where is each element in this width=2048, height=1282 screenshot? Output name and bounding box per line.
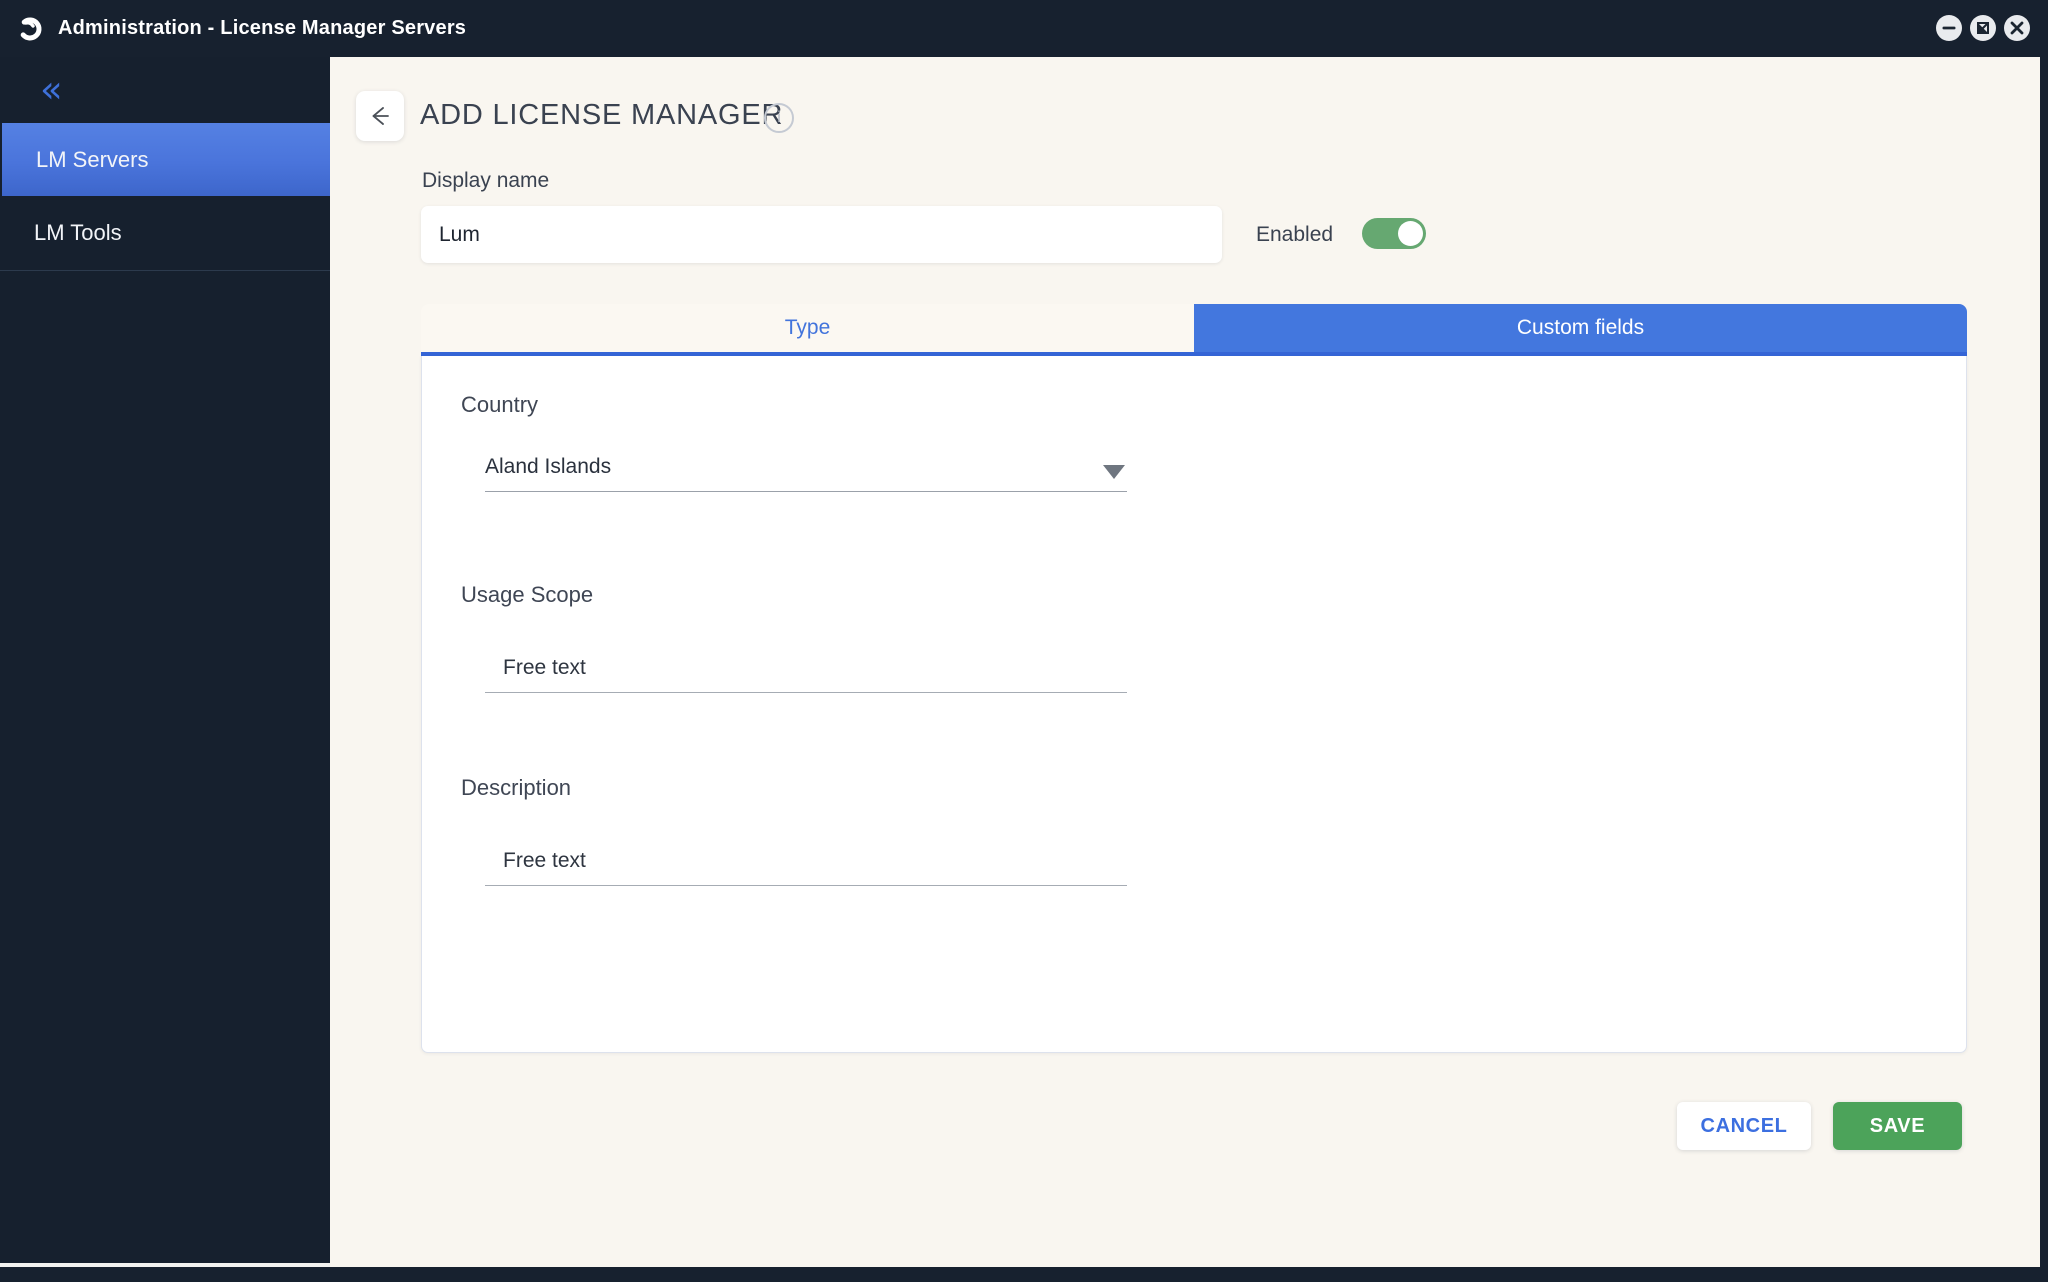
sidebar-item-lm-servers[interactable]: LM Servers — [2, 123, 330, 196]
sidebar-item-label: LM Tools — [34, 220, 122, 246]
usage-scope-input[interactable]: Free text — [485, 651, 1127, 693]
country-label: Country — [461, 392, 538, 418]
titlebar: Administration - License Manager Servers — [0, 0, 2048, 57]
sidebar-item-label: LM Servers — [36, 147, 148, 173]
page-title: ADD LICENSE MANAGER — [420, 99, 783, 132]
tab-bar: Type Custom fields — [421, 304, 1967, 352]
country-select[interactable]: Aland Islands — [485, 452, 1127, 492]
sidebar-item-lm-tools[interactable]: LM Tools — [0, 196, 330, 269]
country-select-value: Aland Islands — [485, 452, 1127, 482]
sidebar-divider — [0, 270, 330, 271]
info-icon[interactable]: i — [764, 103, 794, 133]
maximize-button[interactable] — [1970, 15, 1996, 41]
enabled-toggle[interactable] — [1362, 218, 1426, 249]
window-title: Administration - License Manager Servers — [58, 0, 466, 57]
description-value: Free text — [485, 844, 1127, 878]
custom-fields-panel: Country Aland Islands Usage Scope Free t… — [421, 356, 1967, 1053]
cancel-button[interactable]: CANCEL — [1677, 1102, 1811, 1150]
toggle-knob — [1398, 221, 1423, 246]
save-button[interactable]: SAVE — [1833, 1102, 1962, 1150]
main-content: ADD LICENSE MANAGER i Display name Enabl… — [330, 57, 2040, 1267]
usage-scope-label: Usage Scope — [461, 582, 593, 608]
chevron-down-icon — [1103, 465, 1125, 479]
display-name-label: Display name — [422, 169, 549, 193]
close-button[interactable] — [2004, 15, 2030, 41]
window-controls — [1936, 15, 2030, 41]
description-input[interactable]: Free text — [485, 844, 1127, 886]
minimize-button[interactable] — [1936, 15, 1962, 41]
description-label: Description — [461, 775, 571, 801]
sidebar-collapse-button[interactable]: « — [40, 71, 63, 108]
app-window: { "window": { "title": "Administration -… — [0, 0, 2048, 1282]
tab-type[interactable]: Type — [421, 304, 1194, 352]
enabled-label: Enabled — [1256, 223, 1333, 247]
sidebar: « LM Servers LM Tools — [0, 57, 330, 1263]
usage-scope-value: Free text — [485, 651, 1127, 685]
display-name-input[interactable] — [421, 206, 1222, 263]
back-button[interactable] — [356, 91, 404, 141]
app-logo-icon — [14, 12, 46, 44]
back-arrow-icon — [366, 102, 394, 130]
tab-custom-fields[interactable]: Custom fields — [1194, 304, 1967, 352]
sidebar-bottom-edge — [0, 1263, 330, 1267]
